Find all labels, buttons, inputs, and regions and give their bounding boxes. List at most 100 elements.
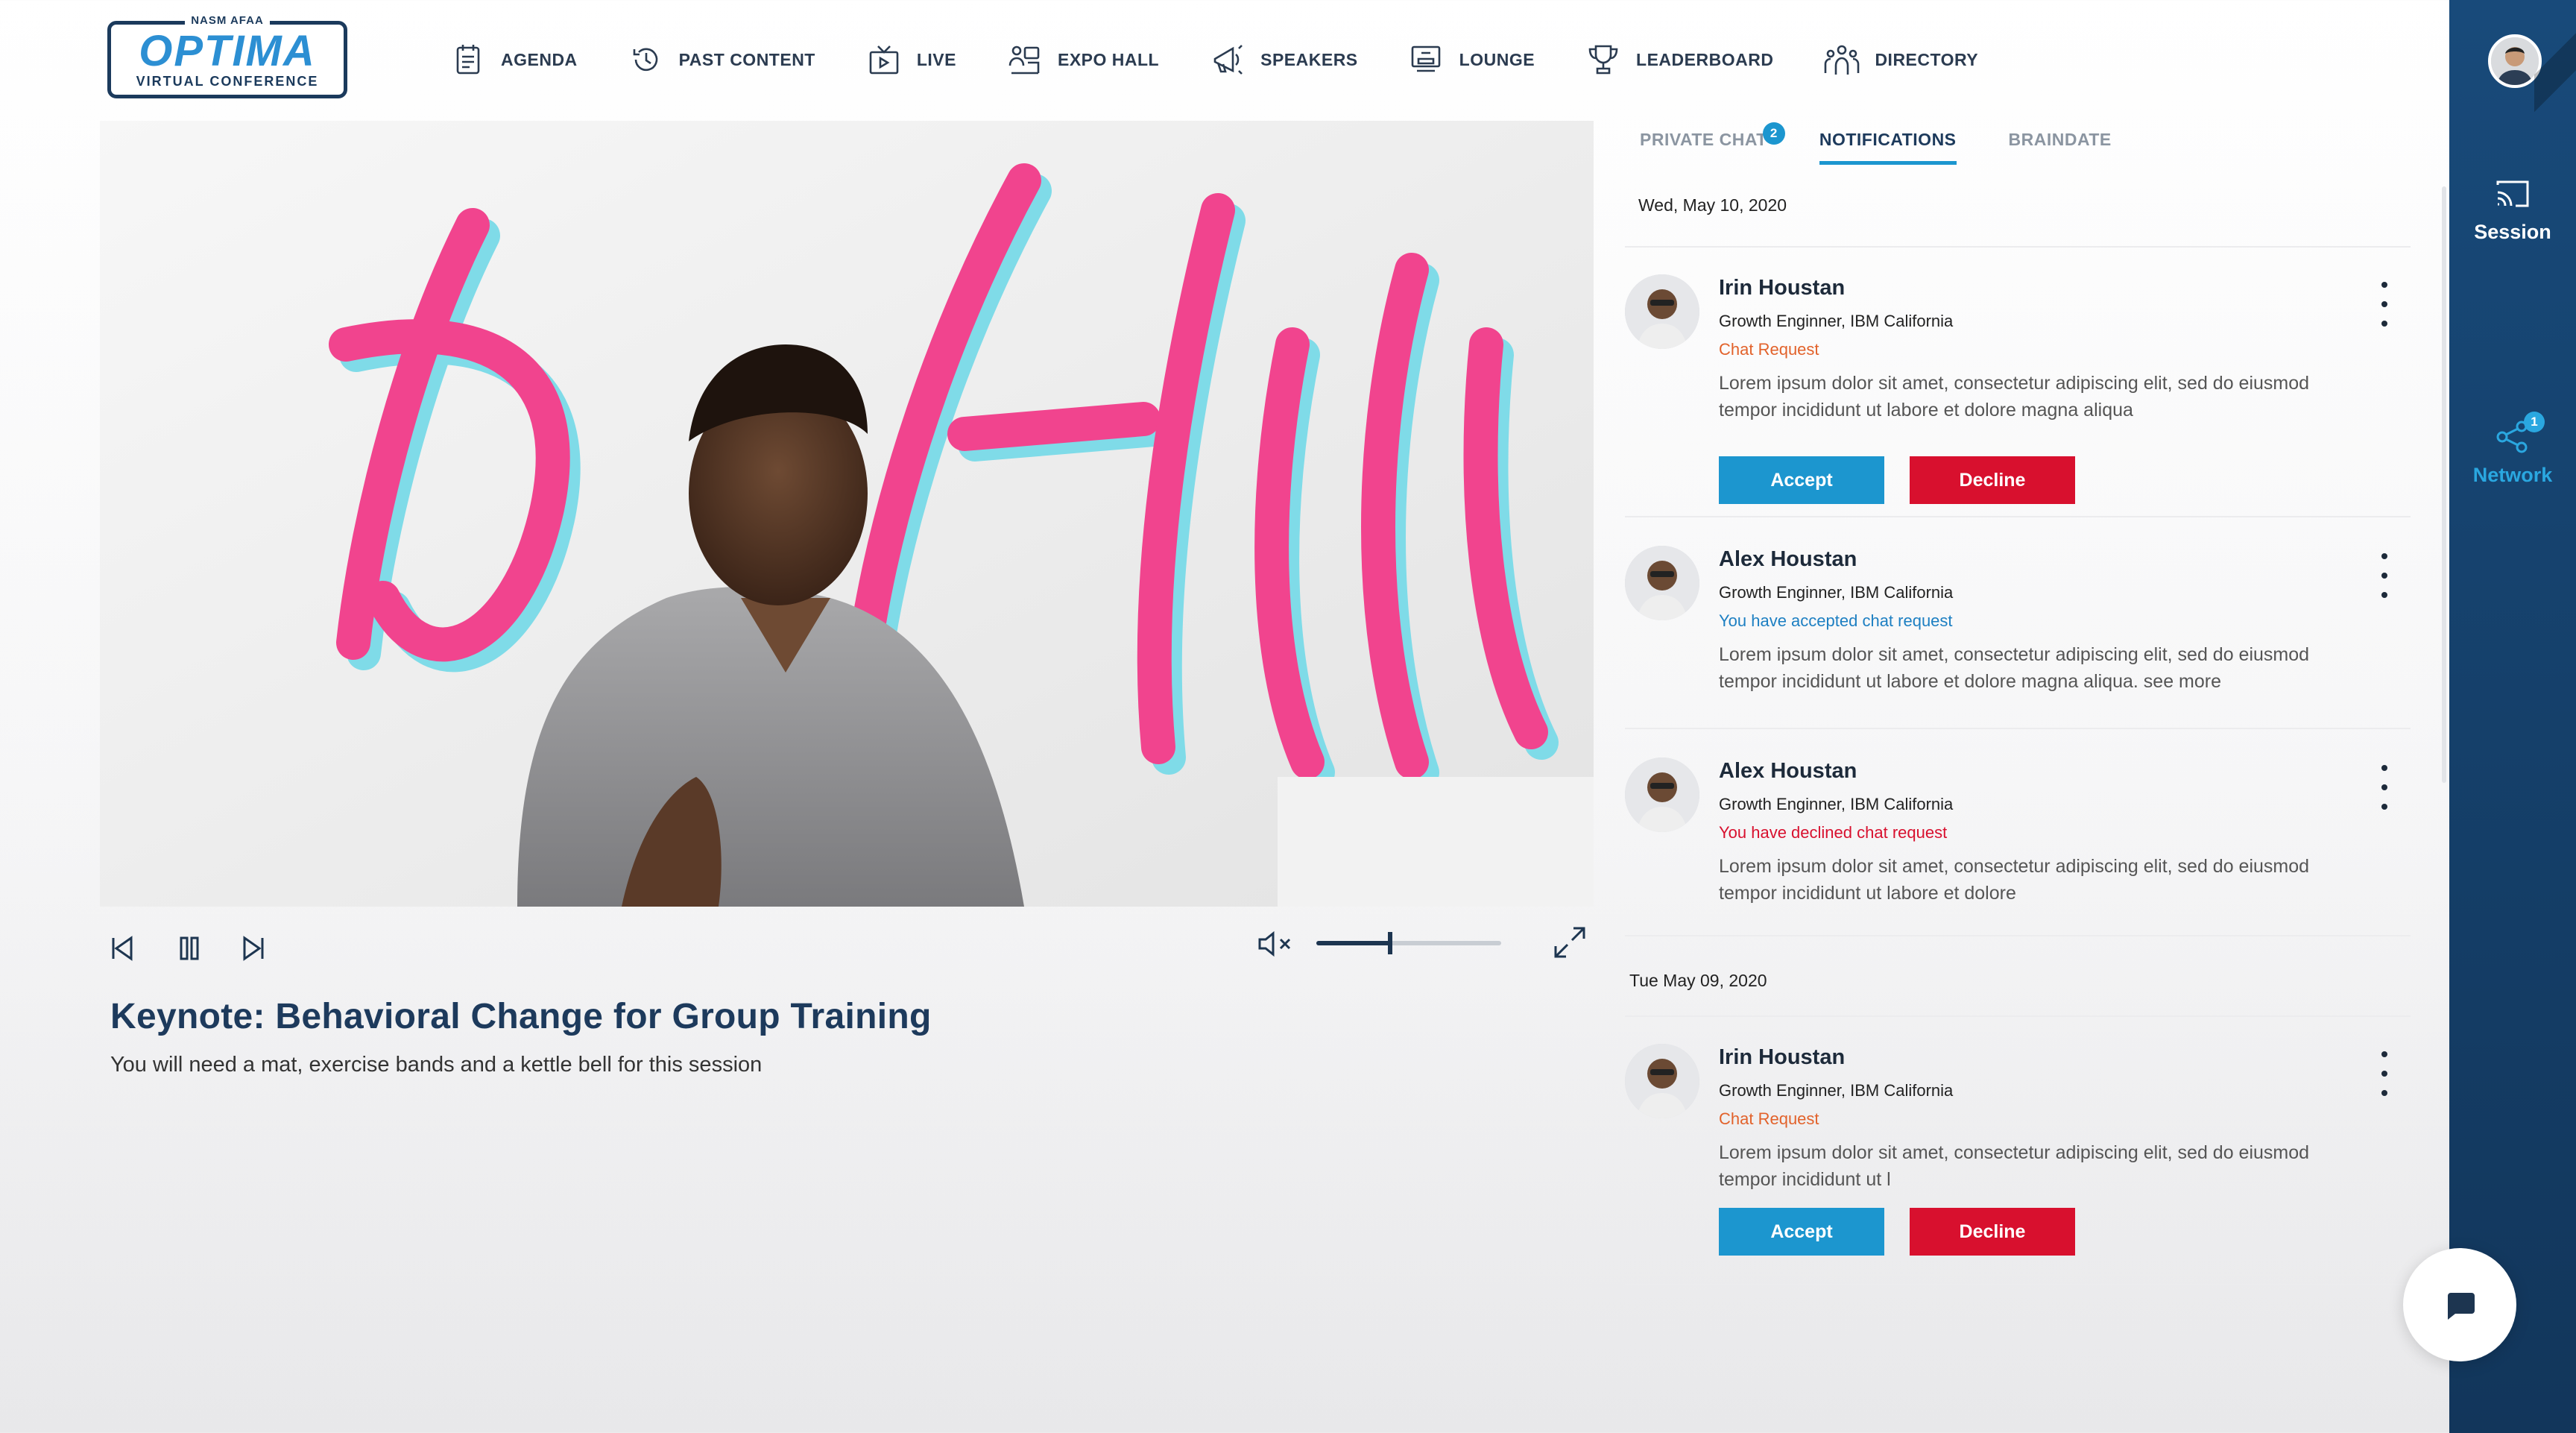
date-heading: Wed, May 10, 2020 [1638, 195, 1787, 215]
notification-role: Growth Enginner, IBM California [1719, 1081, 1954, 1100]
notification-item: Alex Houstan Growth Enginner, IBM Califo… [1625, 546, 2411, 717]
avatar-image [1625, 274, 1699, 349]
nav-label: LEADERBOARD [1636, 49, 1774, 69]
notification-role: Growth Enginner, IBM California [1719, 795, 1954, 813]
nav-label: LIVE [916, 49, 956, 69]
video-frame-image [100, 121, 1594, 907]
notification-status: You have declined chat request [1719, 823, 1948, 842]
panel-scrollbar[interactable] [2442, 186, 2446, 783]
notification-item: Irin Houstan Growth Enginner, IBM Califo… [1625, 1044, 2411, 1282]
chat-bubble-icon [2448, 1293, 2475, 1320]
volume-muted-icon [1258, 930, 1291, 957]
volume-slider-handle[interactable] [1388, 932, 1393, 954]
notification-status: You have accepted chat request [1719, 611, 1953, 630]
notification-body: Lorem ipsum dolor sit amet, consectetur … [1719, 373, 2310, 421]
nav-label: DIRECTORY [1875, 49, 1979, 69]
trophy-icon [1585, 42, 1621, 78]
pause-icon [180, 936, 199, 960]
session-description: You will need a mat, exercise bands and … [110, 1053, 763, 1077]
notification-name[interactable]: Irin Houstan [1719, 276, 1845, 300]
more-options-icon[interactable] [2373, 765, 2396, 810]
notification-name[interactable]: Irin Houstan [1719, 1045, 1845, 1070]
nav-item-lounge[interactable]: LOUNGE [1409, 42, 1535, 78]
logo-sub-text: VIRTUAL CONFERENCE [136, 73, 319, 89]
nav-label: SPEAKERS [1260, 49, 1358, 69]
live-icon [866, 42, 902, 78]
megaphone-icon [1210, 42, 1246, 78]
avatar-image [1625, 546, 1699, 620]
notification-body: Lorem ipsum dolor sit amet, consectetur … [1719, 1142, 2310, 1190]
avatar[interactable] [1625, 274, 1699, 349]
notification-item: Alex Houstan Growth Enginner, IBM Califo… [1625, 758, 2411, 929]
panel-tabs: PRIVATE CHAT 2 NOTIFICATIONS BRAINDATE [1640, 122, 2164, 165]
more-options-icon[interactable] [2373, 1051, 2396, 1096]
decline-button[interactable]: Decline [1910, 1208, 2075, 1256]
tab-notifications[interactable]: NOTIFICATIONS [1819, 130, 1957, 165]
notification-role: Growth Enginner, IBM California [1719, 312, 1954, 330]
lounge-icon [1409, 42, 1445, 78]
nav-label: AGENDA [501, 49, 578, 69]
accept-button[interactable]: Accept [1719, 1208, 1884, 1256]
nav-label: LOUNGE [1459, 49, 1535, 69]
history-icon [628, 42, 664, 78]
nav-item-live[interactable]: LIVE [866, 42, 956, 78]
notification-name[interactable]: Alex Houstan [1719, 759, 1857, 784]
decline-button[interactable]: Decline [1910, 456, 2075, 504]
divider [1625, 1015, 2411, 1017]
logo-main-text: OPTIMA [139, 26, 316, 75]
rail-decoration [2534, 0, 2576, 134]
divider [1625, 728, 2411, 729]
notification-item: Irin Houstan Growth Enginner, IBM Califo… [1625, 274, 2411, 513]
more-options-icon[interactable] [2373, 553, 2396, 598]
directory-icon [1824, 42, 1860, 78]
nav-label: EXPO HALL [1057, 49, 1160, 69]
skip-previous-icon [112, 936, 133, 961]
volume-slider[interactable] [1316, 932, 1501, 954]
notification-status: Chat Request [1719, 1109, 1819, 1128]
top-navigation-bar: NASM AFAA OPTIMA VIRTUAL CONFERENCE AGEN… [0, 0, 2449, 119]
user-avatar-image [2491, 37, 2539, 85]
notification-status: Chat Request [1719, 340, 1819, 359]
nav-item-expo-hall[interactable]: EXPO HALL [1007, 42, 1159, 78]
network-label: Network [2472, 464, 2553, 486]
network-badge: 1 [2524, 412, 2545, 432]
fullscreen-button[interactable] [1549, 922, 1591, 963]
avatar-image [1625, 1044, 1699, 1118]
notification-body: Lorem ipsum dolor sit amet, consectetur … [1719, 856, 2310, 904]
avatar[interactable] [1625, 1044, 1699, 1118]
tab-label: BRAINDATE [2008, 130, 2112, 149]
session-button[interactable]: Session [2449, 177, 2576, 244]
pause-button[interactable] [170, 929, 209, 968]
avatar[interactable] [1625, 546, 1699, 620]
nav-item-past-content[interactable]: PAST CONTENT [628, 42, 815, 78]
nav-label: PAST CONTENT [678, 49, 815, 69]
notification-name[interactable]: Alex Houstan [1719, 547, 1857, 572]
logo-top-text: NASM AFAA [185, 14, 270, 27]
tab-private-chat[interactable]: PRIVATE CHAT 2 [1640, 122, 1785, 165]
previous-button[interactable] [103, 929, 142, 968]
optima-logo[interactable]: NASM AFAA OPTIMA VIRTUAL CONFERENCE [107, 14, 347, 98]
divider [1625, 516, 2411, 517]
nav-item-leaderboard[interactable]: LEADERBOARD [1585, 42, 1773, 78]
mute-button[interactable] [1255, 925, 1297, 963]
divider [1625, 246, 2411, 248]
avatar[interactable] [1625, 758, 1699, 832]
tab-label: NOTIFICATIONS [1819, 130, 1957, 149]
date-heading: Tue May 09, 2020 [1629, 971, 1767, 990]
nav-item-speakers[interactable]: SPEAKERS [1210, 42, 1358, 78]
nav-item-agenda[interactable]: AGENDA [450, 42, 578, 78]
cast-icon [2496, 180, 2529, 207]
notification-role: Growth Enginner, IBM California [1719, 583, 1954, 602]
chat-button[interactable] [2403, 1248, 2516, 1361]
expo-hall-icon [1007, 42, 1043, 78]
video-player[interactable] [100, 121, 1594, 907]
next-button[interactable] [234, 929, 273, 968]
tab-braindate[interactable]: BRAINDATE [2009, 130, 2112, 165]
right-rail: Session 1 Network [2449, 0, 2576, 1433]
network-button[interactable]: 1 Network [2449, 412, 2576, 487]
more-options-icon[interactable] [2373, 282, 2396, 327]
nav-item-directory[interactable]: DIRECTORY [1824, 42, 1978, 78]
accept-button[interactable]: Accept [1719, 456, 1884, 504]
tab-label: PRIVATE CHAT [1640, 130, 1767, 149]
skip-next-icon [243, 936, 264, 961]
